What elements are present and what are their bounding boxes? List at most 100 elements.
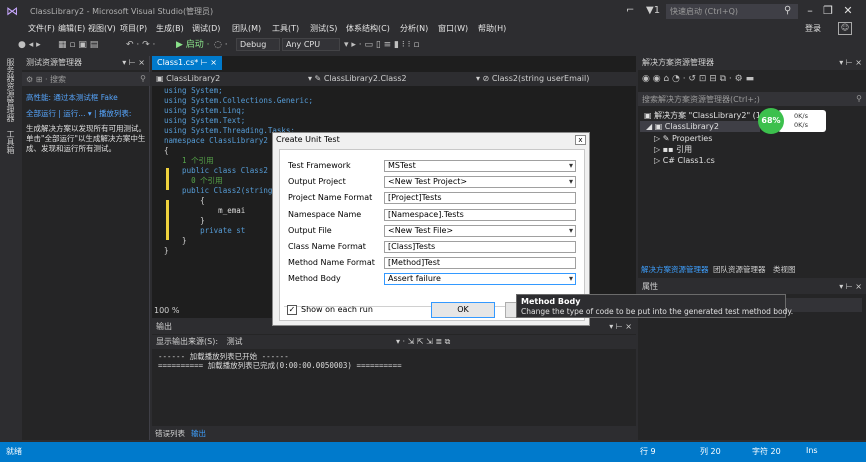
solution-search-input[interactable]: 搜索解决方案资源管理器(Ctrl+;) ⚲ bbox=[638, 92, 866, 106]
pane-pin-icon[interactable]: ▾ ⊢ × bbox=[839, 280, 862, 294]
test-explorer-title-text: 测试资源管理器 bbox=[26, 58, 82, 67]
signin-link[interactable]: 登录 bbox=[805, 23, 821, 34]
zoom-level[interactable]: 100 % bbox=[152, 304, 179, 318]
tab-close-icon[interactable]: ⊢ × bbox=[201, 58, 217, 67]
menu-debug[interactable]: 调试(D) bbox=[192, 22, 220, 36]
debug-target-icon[interactable]: ◌ · bbox=[214, 38, 228, 52]
tab-error-list[interactable]: 错误列表 bbox=[152, 428, 188, 440]
class-nav-select[interactable]: ▾ ✎ ClassLibrary2.Class2 bbox=[304, 73, 470, 85]
menu-project[interactable]: 项目(P) bbox=[120, 22, 147, 36]
quick-launch-input[interactable]: 快速启动 (Ctrl+Q) bbox=[666, 4, 798, 19]
run-all-links[interactable]: 全部运行 | 运行... ▾ | 播放列表: bbox=[22, 108, 150, 120]
pane-pin-icon[interactable]: ▾ ⊢ × bbox=[839, 56, 862, 70]
menu-file[interactable]: 文件(F) bbox=[28, 22, 55, 36]
notification-icon[interactable]: ⌐ bbox=[626, 5, 634, 17]
test-search-input[interactable]: ⚙ ⊞ · 搜索 ⚲ bbox=[22, 72, 150, 86]
solution-node[interactable]: ▣ 解决方案 "ClassLibrary2" (1 bbox=[644, 110, 761, 121]
toolbar-misc-icons[interactable]: ▾ ▸ · ▭ ▯ ≡ ▮ ⁝ ⁝ ▫ bbox=[344, 38, 419, 52]
search-icon[interactable]: ⚲ bbox=[784, 5, 791, 17]
tab-class-view[interactable]: 类视图 bbox=[770, 264, 799, 276]
test-search-icon[interactable]: ⚲ bbox=[140, 74, 146, 83]
solution-explorer-title-text: 解决方案资源管理器 bbox=[642, 58, 714, 67]
project-node[interactable]: ◢ ▣ ClassLibrary2 bbox=[640, 121, 760, 132]
select-test-framework[interactable]: MSTest bbox=[384, 160, 576, 172]
menu-tools[interactable]: 工具(T) bbox=[272, 22, 299, 36]
menu-analyze[interactable]: 分析(N) bbox=[400, 22, 428, 36]
toolbox-tab[interactable]: 工具箱 bbox=[6, 130, 16, 160]
output-source-label: 显示输出来源(S): bbox=[156, 337, 219, 346]
select-output-project[interactable]: <New Test Project> bbox=[384, 176, 576, 189]
tab-output[interactable]: 输出 bbox=[188, 428, 209, 440]
class1-node[interactable]: ▷ C# Class1.cs bbox=[654, 155, 715, 166]
class1-node-label: Class1.cs bbox=[677, 156, 715, 165]
output-source-select[interactable]: 测试 bbox=[227, 337, 243, 346]
menu-view[interactable]: 视图(V) bbox=[88, 22, 116, 36]
menu-test[interactable]: 测试(S) bbox=[310, 22, 337, 36]
pane-pin-icon[interactable]: ▾ ⊢ × bbox=[122, 56, 145, 70]
start-button[interactable]: ▶ 启动 · bbox=[176, 38, 210, 52]
code-line[interactable]: using System.Collections.Generic; bbox=[164, 96, 313, 106]
minimize-button[interactable]: – bbox=[802, 3, 818, 19]
references-node[interactable]: ▷ ▪▪ 引用 bbox=[654, 144, 692, 155]
solution-toolbar-icons[interactable]: ◉ ◉ ⌂ ◔ · ↺ ⊡ ⊟ ⧉ · ⚙ ▬ bbox=[642, 74, 754, 84]
menu-help[interactable]: 帮助(H) bbox=[478, 22, 506, 36]
code-line[interactable]: using System.Linq; bbox=[164, 106, 313, 116]
input-project-name-format[interactable]: [Project]Tests bbox=[384, 192, 576, 205]
field-label: Class Name Format bbox=[288, 242, 366, 251]
account-icon[interactable]: ☺ bbox=[838, 22, 852, 35]
document-tab[interactable]: Class1.cs* ⊢ × bbox=[152, 56, 223, 70]
platform-select[interactable]: Any CPU bbox=[282, 38, 340, 51]
performance-widget[interactable]: 0K/s 0K/s 68% bbox=[758, 108, 826, 134]
output-text[interactable]: ------ 加载播放列表已开始 ------ ========== 加载播放列表… bbox=[158, 352, 402, 370]
tab-solution-explorer[interactable]: 解决方案资源管理器 bbox=[638, 264, 712, 276]
menu-architecture[interactable]: 体系结构(C) bbox=[346, 22, 390, 36]
status-insert-mode: Ins bbox=[806, 446, 818, 455]
field-label: Project Name Format bbox=[288, 193, 373, 203]
window-title: ClassLibrary2 - Microsoft Visual Studio(… bbox=[30, 7, 214, 16]
output-pane-controls-icon[interactable]: ▾ ⊢ × bbox=[609, 320, 632, 334]
test-info-banner[interactable]: 高性能: 通过本测试框 Fake bbox=[22, 92, 150, 106]
properties-node-label: Properties bbox=[671, 134, 713, 143]
close-button[interactable]: ✕ bbox=[840, 3, 856, 19]
filter-icon[interactable]: ▼1 bbox=[646, 5, 660, 17]
output-line: ========== 加载播放列表已完成(0:00:00.0050003) ==… bbox=[158, 361, 402, 370]
output-title-text: 输出 bbox=[156, 322, 172, 331]
properties-node[interactable]: ▷ ✎ Properties bbox=[654, 133, 712, 144]
ok-button[interactable]: OK bbox=[431, 302, 495, 318]
output-toolbar-icons[interactable]: ▾ · ⇲ ⇱ ⇲ ≣ ⧉ bbox=[396, 335, 450, 349]
output-source-bar: 显示输出来源(S): 测试 ▾ · ⇲ ⇱ ⇲ ≣ ⧉ bbox=[152, 335, 636, 349]
undo-icon[interactable]: ↶ · ↷ · bbox=[126, 38, 155, 52]
dialog-close-button[interactable]: x bbox=[575, 135, 586, 145]
server-explorer-tab[interactable]: 服务器资源管理器 bbox=[6, 58, 16, 128]
status-line: 行 9 bbox=[640, 447, 656, 456]
menu-team[interactable]: 团队(M) bbox=[232, 22, 261, 36]
navigation-bar: ▣ ClassLibrary2 ▾ ✎ ClassLibrary2.Class2… bbox=[152, 72, 636, 86]
configuration-select[interactable]: Debug bbox=[236, 38, 280, 51]
show-on-each-run-checkbox[interactable]: ✓ bbox=[287, 305, 297, 315]
solution-search-icon[interactable]: ⚲ bbox=[856, 94, 862, 103]
menu-edit[interactable]: 编辑(E) bbox=[58, 22, 85, 36]
menu-window[interactable]: 窗口(W) bbox=[438, 22, 468, 36]
new-project-icon[interactable]: ▦ ▫ ▣ ▤ bbox=[58, 38, 98, 52]
restore-button[interactable]: ❐ bbox=[820, 3, 836, 19]
member-nav-select[interactable]: ▾ ⊘ Class2(string userEmail) bbox=[472, 73, 636, 85]
input-namespace-name[interactable]: [Namespace].Tests bbox=[384, 208, 576, 221]
field-label: Output Project bbox=[288, 177, 346, 187]
document-tab-label: Class1.cs* bbox=[157, 58, 199, 67]
project-nav-select[interactable]: ▣ ClassLibrary2 bbox=[152, 73, 302, 85]
visual-studio-logo-icon: ⋈ bbox=[6, 4, 18, 18]
test-explorer-message: 生成解决方案以发现所有可用测试。单击"全部运行"以生成解决方案中生成、发现和运行… bbox=[26, 124, 146, 153]
input-class-name-format[interactable]: [Class]Tests bbox=[384, 241, 576, 253]
select-output-file[interactable]: <New Test File> bbox=[384, 224, 576, 237]
select-method-body[interactable]: Assert failure bbox=[384, 273, 576, 286]
project-node-label: ClassLibrary2 bbox=[664, 122, 719, 131]
network-speed-box: 0K/s 0K/s bbox=[778, 110, 826, 132]
navigate-back-icon[interactable]: ● ◂ ▸ bbox=[18, 38, 41, 52]
input-method-name-format[interactable]: [Method]Test bbox=[384, 257, 576, 270]
code-line[interactable]: using System; bbox=[164, 86, 313, 96]
code-line[interactable]: using System.Text; bbox=[164, 116, 313, 126]
test-filter-icon[interactable]: ⚙ ⊞ · bbox=[26, 75, 50, 84]
dialog-title: Create Unit Test bbox=[273, 133, 589, 147]
tab-team-explorer[interactable]: 团队资源管理器 bbox=[710, 264, 769, 276]
menu-build[interactable]: 生成(B) bbox=[156, 22, 184, 36]
